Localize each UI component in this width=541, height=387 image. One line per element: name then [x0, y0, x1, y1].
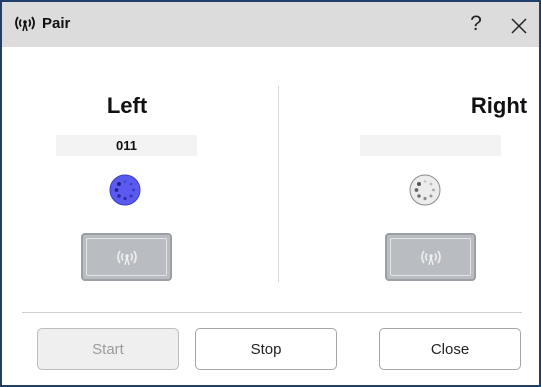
close-icon [511, 18, 527, 34]
left-heading: Left [106, 93, 148, 118]
stop-button[interactable]: Stop [195, 328, 337, 370]
wireless-signal-icon [116, 250, 137, 266]
right-heading: Right [470, 93, 528, 118]
pair-dialog: Pair ? Left 011 Right Start Stop Close [0, 0, 541, 387]
footer-divider [22, 312, 522, 313]
right-pair-button[interactable] [385, 233, 476, 281]
right-device-id [360, 135, 501, 156]
title-bar[interactable]: Pair ? [2, 2, 539, 47]
window-close-button[interactable] [503, 10, 535, 42]
left-device-id: 011 [56, 135, 197, 156]
window-title: Pair [42, 15, 71, 32]
wireless-signal-icon [420, 250, 441, 266]
wireless-signal-icon [15, 16, 35, 32]
close-button[interactable]: Close [379, 328, 521, 370]
right-status-spinner-icon [409, 174, 441, 206]
start-button[interactable]: Start [37, 328, 179, 370]
left-panel: Left 011 [2, 47, 270, 297]
right-panel: Right [271, 47, 539, 297]
left-pair-button[interactable] [81, 233, 172, 281]
left-status-spinner-icon [109, 174, 141, 206]
help-button[interactable]: ? [460, 8, 492, 40]
